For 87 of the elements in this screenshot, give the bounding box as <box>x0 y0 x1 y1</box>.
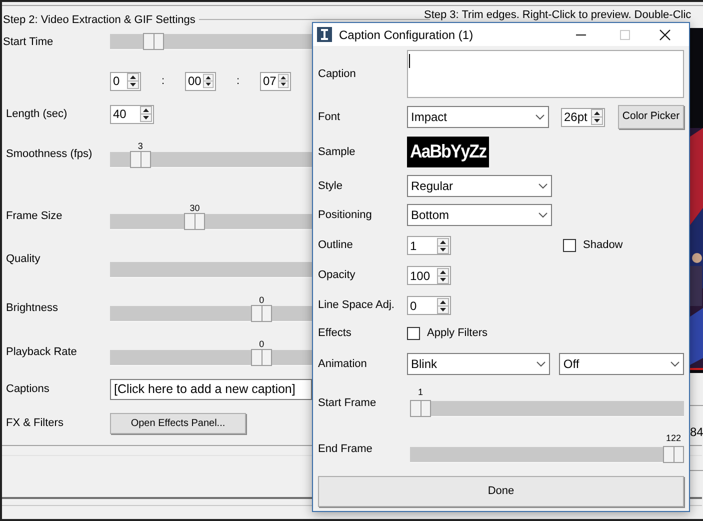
field-label: Caption <box>318 68 356 80</box>
slider-track[interactable] <box>110 262 312 278</box>
field-label: Smoothness (fps) <box>6 148 92 160</box>
field-label: Start Time <box>3 36 54 48</box>
field-label: Font <box>318 110 340 123</box>
field-label: Line Space Adj. <box>318 299 394 312</box>
field-label: Sample <box>318 146 356 158</box>
field-label: Frame Size <box>6 210 62 222</box>
spin-arrows-icon[interactable] <box>437 298 449 314</box>
maximize-icon <box>619 28 631 40</box>
slider-track[interactable] <box>110 34 312 50</box>
field-label: Start Frame <box>318 397 376 409</box>
slider-value: 122 <box>664 432 682 445</box>
field-label: Outline <box>318 239 353 252</box>
spin-box[interactable]: 0 <box>407 296 451 315</box>
spin-box[interactable]: 00 <box>185 72 216 90</box>
dropdown[interactable]: Bottom <box>407 204 552 226</box>
dropdown[interactable]: Impact <box>407 106 549 128</box>
spin-arrows-icon[interactable] <box>278 73 289 89</box>
slider-thumb[interactable] <box>184 213 206 230</box>
spin-arrows-icon[interactable] <box>203 73 214 89</box>
slider-value: 30 <box>188 202 201 215</box>
done-button[interactable]: Done <box>318 476 684 507</box>
dropdown[interactable]: Blink <box>407 353 550 375</box>
slider-thumb[interactable] <box>251 349 272 366</box>
field-label: Style <box>318 180 342 192</box>
spin-box[interactable]: 100 <box>407 266 451 285</box>
field-label: Animation <box>318 358 367 370</box>
field-label: Brightness <box>6 302 58 314</box>
spin-box[interactable]: 07 <box>260 72 291 90</box>
slider-track[interactable] <box>110 152 312 168</box>
checkbox-label: Apply Filters <box>427 326 488 341</box>
dropdown[interactable]: Off <box>559 353 684 375</box>
slider-thumb[interactable] <box>130 151 151 168</box>
field-label: FX & Filters <box>6 416 64 429</box>
section-title: Step 3: Trim edges. Right-Click to preview. Double-Clic <box>424 8 692 23</box>
slider-track[interactable] <box>410 447 684 463</box>
spin-box[interactable]: 0 <box>110 72 141 90</box>
slider-thumb[interactable] <box>663 446 684 463</box>
spin-box[interactable]: 26pt <box>561 108 605 126</box>
chevron-down-icon <box>670 361 680 367</box>
app-icon <box>317 27 332 42</box>
slider-track[interactable] <box>410 401 684 417</box>
frame-count-label: 84 <box>690 424 703 441</box>
color-picker-button[interactable]: Color Picker <box>618 105 684 129</box>
close-icon[interactable] <box>659 28 671 40</box>
chevron-down-icon <box>536 361 546 367</box>
slider-track[interactable] <box>110 214 312 230</box>
slider-thumb[interactable] <box>142 33 164 50</box>
caption-text-area[interactable] <box>407 50 684 98</box>
checkbox[interactable] <box>407 326 420 340</box>
slider-value: 1 <box>416 386 424 399</box>
field-label: Opacity <box>318 269 356 282</box>
spin-box[interactable]: 1 <box>407 236 451 255</box>
slider-thumb[interactable] <box>251 305 272 322</box>
field-label: Playback Rate <box>6 346 77 358</box>
slider-value: 0 <box>258 338 266 351</box>
field-label: Captions <box>6 382 50 395</box>
chevron-down-icon <box>538 212 548 218</box>
window-title: Caption Configuration (1) <box>339 26 474 44</box>
font-sample: AaBbYyZz <box>407 136 490 168</box>
open-effects-button[interactable]: Open Effects Panel... <box>110 412 246 434</box>
section-title: Step 2: Video Extraction & GIF Settings <box>3 12 200 27</box>
field-label: Positioning <box>318 208 372 221</box>
spin-arrows-icon[interactable] <box>591 109 603 125</box>
slider-value: 0 <box>258 294 266 307</box>
spin-arrows-icon[interactable] <box>437 268 449 284</box>
caption-field[interactable]: [Click here to add a new caption] <box>110 378 312 400</box>
chevron-down-icon <box>538 183 548 189</box>
slider-value: 3 <box>136 140 144 153</box>
time-separator: : <box>160 74 166 89</box>
checkbox[interactable] <box>563 239 576 252</box>
slider-track[interactable] <box>110 306 312 322</box>
spin-arrows-icon[interactable] <box>437 238 449 254</box>
slider-thumb[interactable] <box>410 400 431 417</box>
field-label: Quality <box>6 253 40 265</box>
slider-track[interactable] <box>110 350 312 366</box>
spin-arrows-icon[interactable] <box>140 106 152 122</box>
field-label: End Frame <box>318 443 372 455</box>
field-label: Length (sec) <box>6 108 68 120</box>
chevron-down-icon <box>535 114 545 120</box>
spin-box[interactable]: 40 <box>110 104 154 124</box>
checkbox-label: Shadow <box>583 238 623 254</box>
spin-arrows-icon[interactable] <box>127 73 139 89</box>
field-label: Effects <box>318 326 352 339</box>
dropdown[interactable]: Regular <box>407 175 552 197</box>
time-separator: : <box>235 74 241 89</box>
